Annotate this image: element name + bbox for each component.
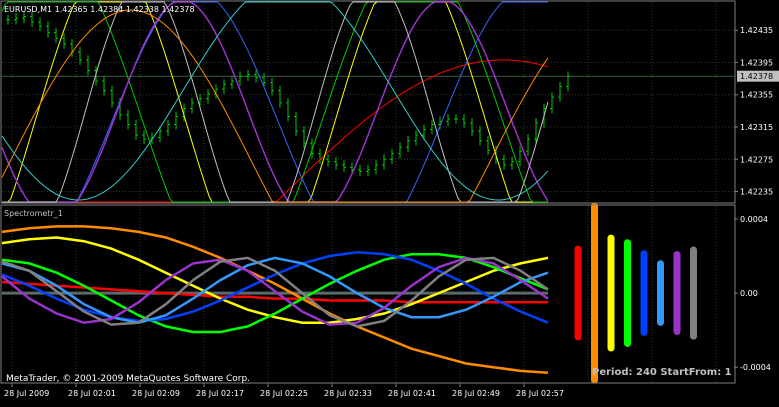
time-label: 28 Jul 02:01 — [68, 389, 116, 398]
indicator-label: 0.00 — [740, 289, 758, 298]
time-label: 28 Jul 2009 — [4, 389, 49, 398]
current-price-label: 1.42378 — [740, 72, 773, 81]
time-label: 28 Jul 02:17 — [196, 389, 244, 398]
time-label: 28 Jul 02:09 — [132, 389, 180, 398]
price-label: 1.42435 — [740, 26, 773, 35]
time-label: 28 Jul 02:25 — [260, 389, 308, 398]
price-label: 1.42275 — [740, 155, 773, 164]
indicator-title: Spectrometr_1 — [4, 209, 63, 218]
price-label: 1.42395 — [740, 58, 773, 67]
indicator-status: Period: 240 StartFrom: 1 — [592, 367, 732, 378]
time-label: 28 Jul 02:33 — [324, 389, 372, 398]
main-chart-title: EURUSD,M1 1.42365 1.42384 1.42338 1.4237… — [4, 5, 195, 14]
copyright-text: MetaTrader, © 2001-2009 MetaQuotes Softw… — [6, 374, 250, 384]
indicator-label: 0.0004 — [740, 215, 768, 224]
price-label: 1.42235 — [740, 188, 773, 197]
time-label: 28 Jul 02:41 — [388, 389, 436, 398]
price-label: 1.42315 — [740, 123, 773, 132]
current-price-marker: 1.42378 — [737, 70, 779, 82]
indicator-label: -0.0004 — [740, 363, 771, 372]
chart-canvas[interactable]: 1.42435 1.42395 1.42355 1.42315 1.42275 1.422… — [0, 0, 779, 403]
time-label: 28 Jul 02:57 — [516, 389, 564, 398]
time-label: 28 Jul 02:49 — [452, 389, 500, 398]
price-label: 1.42355 — [740, 91, 773, 100]
trading-chart-window[interactable]: 1.42435 1.42395 1.42355 1.42315 1.42275 1.422… — [0, 0, 779, 403]
